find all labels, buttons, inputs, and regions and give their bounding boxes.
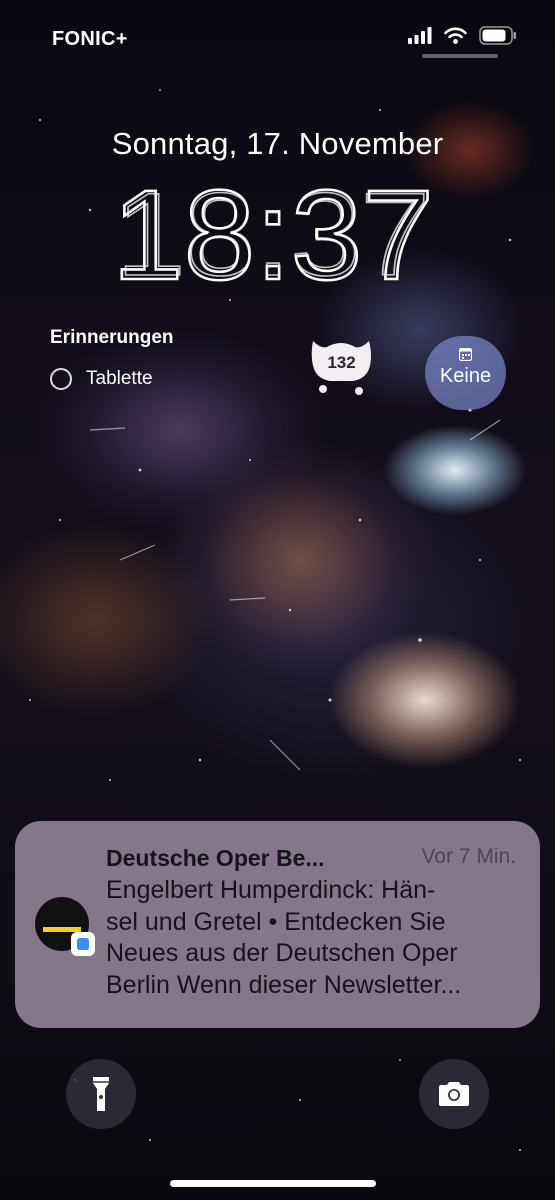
calendar-widget-label: Keine xyxy=(439,365,492,387)
wifi-icon xyxy=(444,27,467,44)
reminder-item[interactable]: Tablette xyxy=(50,368,153,390)
notification-card[interactable]: Deutsche Oper Be... Vor 7 Min. Engelbert… xyxy=(15,821,540,1028)
lock-screen-time: 18:37 18:37 xyxy=(112,175,435,290)
camera-icon xyxy=(439,1082,469,1106)
status-bar: FONIC+ xyxy=(0,0,555,70)
camera-button[interactable] xyxy=(419,1059,489,1129)
notification-body-line: Neues aus der Deutschen Oper xyxy=(106,939,458,967)
battery-icon xyxy=(479,26,516,45)
home-indicator[interactable] xyxy=(170,1180,376,1187)
signal-bars-icon xyxy=(408,27,432,44)
mail-app-badge-icon xyxy=(71,932,95,956)
flashlight-button[interactable] xyxy=(66,1059,136,1129)
reminder-item-label: Tablette xyxy=(86,368,153,389)
svg-text:18:37: 18:37 xyxy=(116,175,430,290)
notification-body-line: sel und Gretel • Entdecken Sie xyxy=(106,907,446,936)
notification-time: Vor 7 Min. xyxy=(421,845,516,868)
flashlight-icon xyxy=(93,1077,109,1111)
reminders-widget-title[interactable]: Erinnerungen xyxy=(50,327,174,349)
calendar-icon xyxy=(459,348,472,361)
notification-app-name: Deutsche Oper Be... xyxy=(106,845,325,871)
notification-body-line: Engelbert Humperdinck: Hän- xyxy=(106,876,436,904)
badge-count: 132 xyxy=(327,353,356,372)
reminder-checkbox[interactable] xyxy=(50,368,72,390)
calendar-widget[interactable]: Keine xyxy=(425,336,506,410)
lock-screen-date: Sonntag, 17. November xyxy=(111,126,444,161)
carrier-label: FONIC+ xyxy=(52,28,128,50)
status-icons xyxy=(408,26,517,45)
badge-widget[interactable]: 132 xyxy=(303,335,380,397)
notification-body: Engelbert Humperdinck: Hän- sel und Gret… xyxy=(106,875,526,1001)
control-center-indicator[interactable] xyxy=(422,54,498,58)
notification-body-line: Berlin Wenn dieser Newsletter... xyxy=(106,970,462,999)
